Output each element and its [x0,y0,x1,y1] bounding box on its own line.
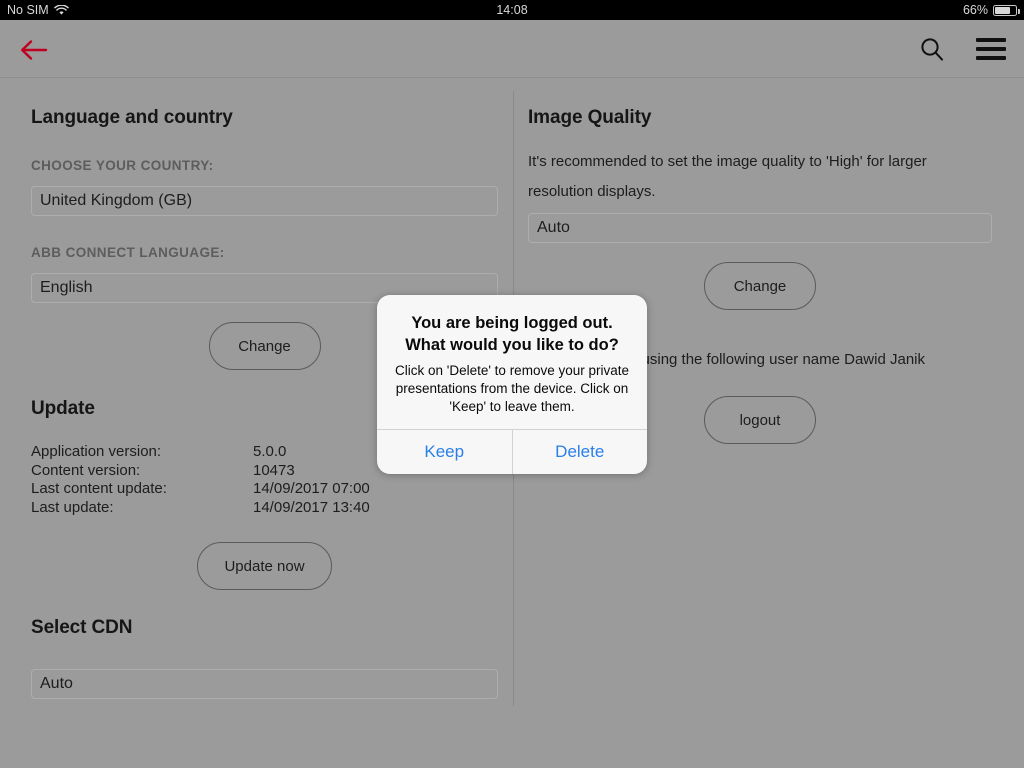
app-version-value: 5.0.0 [253,443,287,460]
dialog-actions: Keep Delete [377,429,647,474]
language-section-title: Language and country [31,107,233,128]
table-row: Last update: 14/09/2017 13:40 [31,499,498,518]
status-bar: No SIM 14:08 66% [0,0,1024,20]
cdn-section-title: Select CDN [31,617,133,638]
table-row: Last content update: 14/09/2017 07:00 [31,480,498,499]
country-field-label: CHOOSE YOUR COUNTRY: [31,158,214,173]
content-version-value: 10473 [253,461,295,479]
status-bar-clock: 14:08 [496,3,528,17]
content-version-label: Content version: [31,461,141,479]
hamburger-menu-icon-bar-3 [976,56,1006,60]
status-bar-right: 66% [962,3,1020,17]
dialog-body: You are being logged out. What would you… [377,295,647,429]
search-icon [921,38,943,61]
back-button[interactable] [12,33,56,67]
image-quality-section-title: Image Quality [528,107,652,128]
back-arrow-icon [21,40,48,60]
dialog-message: Click on 'Delete' to remove your private… [394,363,629,414]
battery-fill [995,6,1010,14]
search-button[interactable] [913,31,951,69]
navigation-bar [0,20,1024,78]
dialog-delete-button[interactable]: Delete [511,430,648,474]
country-select-field[interactable]: United Kingdom (GB) [31,186,498,216]
language-change-button[interactable]: Change [208,322,321,370]
menu-button[interactable] [976,36,1006,62]
app-version-label: Application version: [31,443,162,460]
image-quality-section: Image Quality It's recommended to set th… [528,107,992,310]
cdn-select-field[interactable]: Auto [31,669,498,699]
hamburger-menu-icon-bar-2 [976,47,1006,51]
logout-confirmation-dialog: You are being logged out. What would you… [377,295,647,474]
update-now-button[interactable]: Update now [197,542,332,590]
battery-percent-label: 66% [962,3,988,17]
language-field-label: ABB CONNECT LANGUAGE: [31,245,225,260]
dialog-keep-button[interactable]: Keep [377,430,512,474]
hamburger-menu-icon-bar-1 [976,38,1006,42]
image-quality-description: It's recommended to set the image qualit… [528,153,927,200]
logout-button[interactable]: logout [704,396,816,444]
dialog-title-line-1: You are being logged out. [411,314,613,332]
battery-icon [993,4,1020,16]
last-update-label: Last update: [31,498,114,516]
select-cdn-section: Select CDN Auto [31,617,498,699]
last-update-value: 14/09/2017 13:40 [253,498,370,516]
last-content-update-value: 14/09/2017 07:00 [253,480,370,497]
last-content-update-label: Last content update: [31,480,167,497]
image-quality-select-field[interactable]: Auto [528,213,992,243]
image-quality-change-button[interactable]: Change [704,262,816,310]
dialog-title-line-2: What would you like to do? [405,336,619,354]
